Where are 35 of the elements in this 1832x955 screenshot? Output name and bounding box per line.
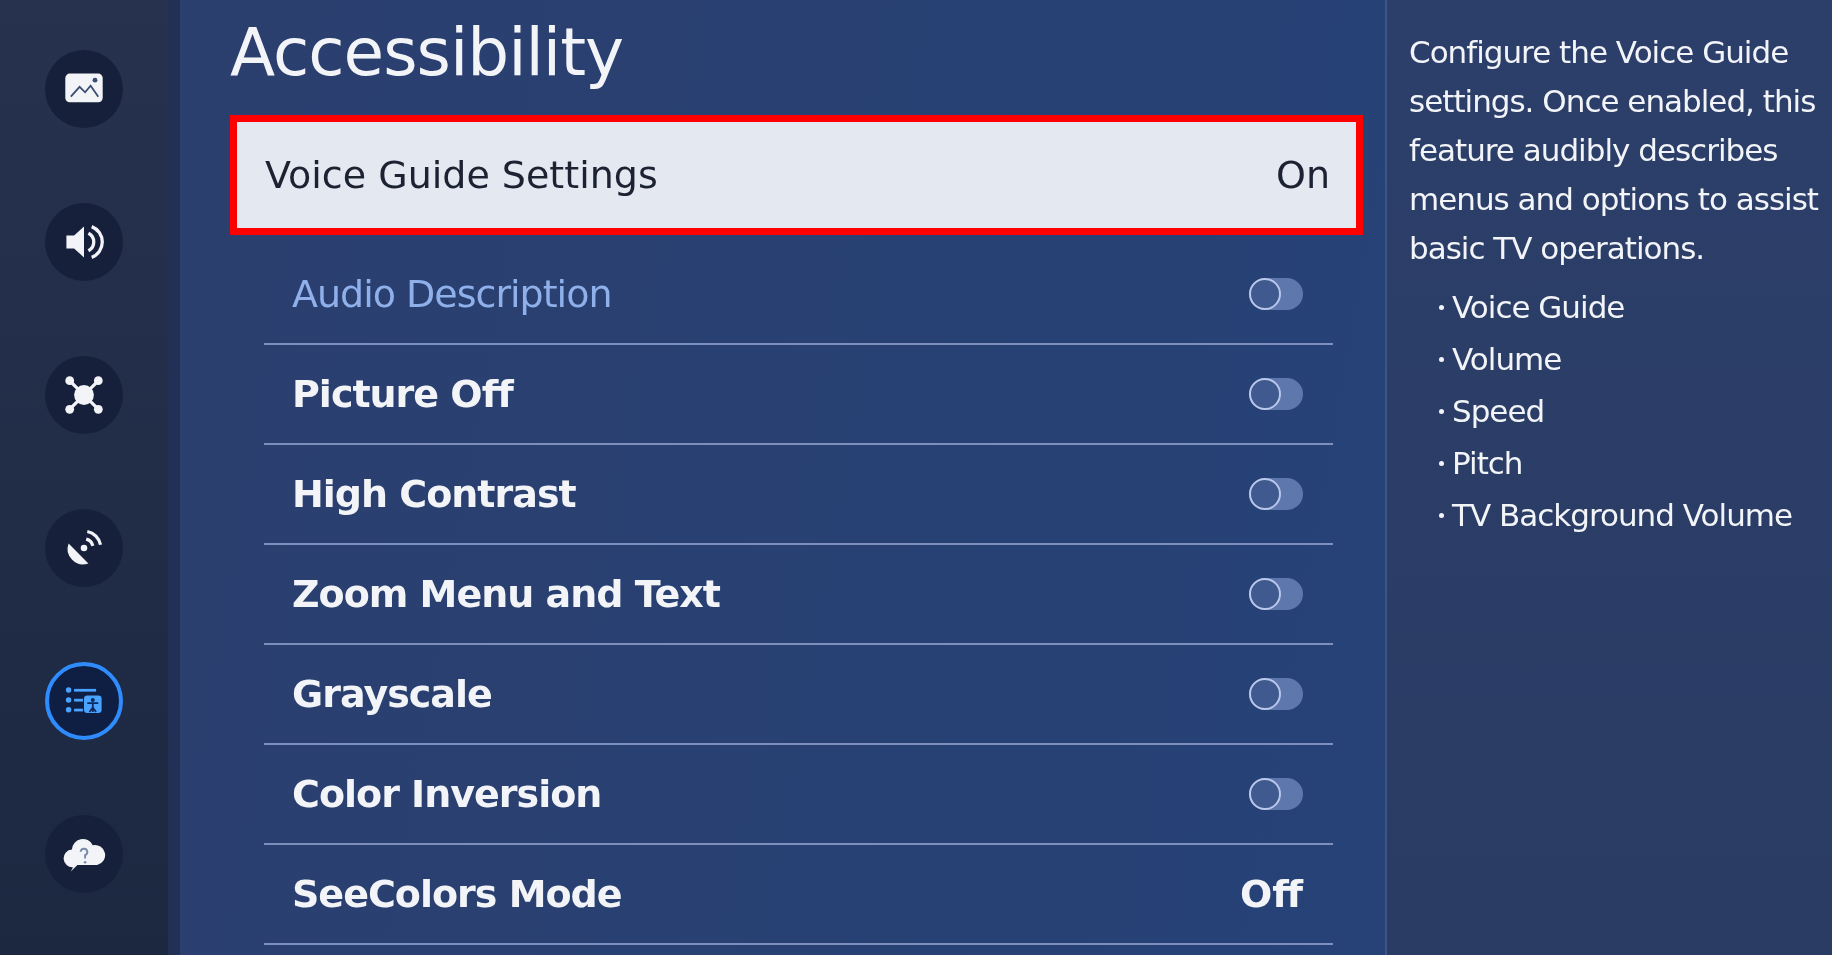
bullet-dot: [1439, 356, 1444, 362]
menu-label: Grayscale: [292, 672, 492, 716]
toggle-switch[interactable]: [1249, 778, 1303, 810]
menu-value: Off: [1239, 872, 1303, 916]
bullet-dot: [1439, 512, 1444, 518]
menu-item[interactable]: Grayscale: [264, 645, 1333, 745]
bullet-text: Speed: [1452, 393, 1545, 429]
toggle-switch[interactable]: [1249, 578, 1303, 610]
menu-label: Picture Off: [292, 372, 513, 416]
menu-label: Color Inversion: [292, 772, 602, 816]
menu-item[interactable]: SeeColors Mode Off: [264, 845, 1333, 945]
toggle-switch[interactable]: [1249, 678, 1303, 710]
menu-item[interactable]: High Contrast: [264, 445, 1333, 545]
network-nodes-icon: [62, 373, 106, 417]
bullet-dot: [1439, 304, 1444, 310]
menu-label: Zoom Menu and Text: [292, 572, 720, 616]
menu-label: High Contrast: [292, 472, 576, 516]
toggle-switch[interactable]: [1249, 478, 1303, 510]
menu-label: SeeColors Mode: [292, 872, 622, 916]
menu-item[interactable]: Zoom Menu and Text: [264, 545, 1333, 645]
bullet-text: Voice Guide: [1452, 289, 1625, 325]
menu-value: On: [1276, 153, 1330, 197]
menu-label: Audio Description: [292, 272, 612, 316]
toggle-switch[interactable]: [1249, 378, 1303, 410]
menu-item[interactable]: Color Inversion: [264, 745, 1333, 845]
bullet-text: TV Background Volume: [1452, 497, 1793, 533]
page-title: Accessibility: [230, 14, 625, 91]
bullet-text: Volume: [1452, 341, 1562, 377]
bullet-dot: [1439, 460, 1444, 466]
menu-label: Voice Guide Settings: [265, 153, 658, 197]
description-text: Configure the Voice Guide settings. Once enabled, this feature audibly describes menus and options to assist basic TV operations.: [1409, 33, 1820, 268]
bullet-text: Pitch: [1452, 445, 1523, 481]
menu-item[interactable]: Voice Guide Settings On: [230, 115, 1363, 235]
bullet-dot: [1439, 408, 1444, 414]
menu-item[interactable]: Picture Off: [264, 345, 1333, 445]
